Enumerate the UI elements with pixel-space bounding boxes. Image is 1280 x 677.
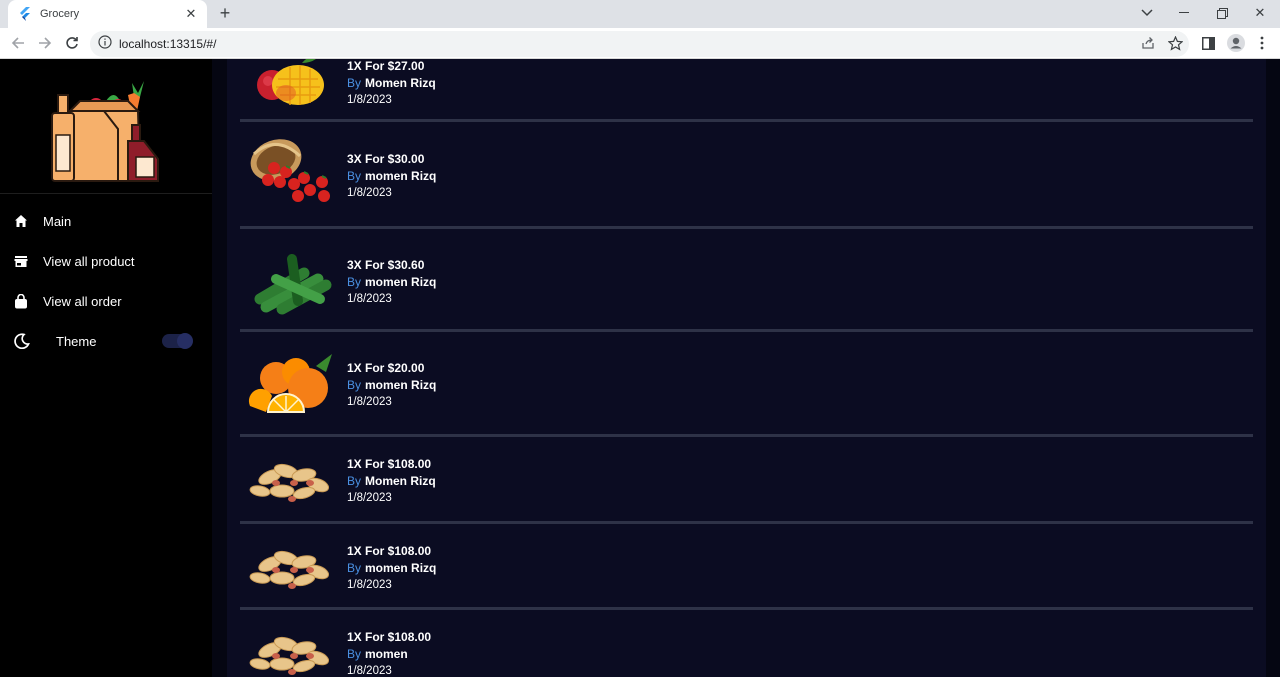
new-tab-icon[interactable]: + (215, 3, 235, 23)
product-author-line: By Momen Rizq (347, 473, 436, 490)
side-panel-icon[interactable] (1198, 33, 1218, 53)
author-name: momen Rizq (365, 378, 437, 392)
by-label: By (347, 76, 362, 90)
store-icon (13, 253, 29, 269)
product-info: 1X For $108.00 By Momen Rizq 1/8/2023 (347, 455, 436, 507)
product-author-line: By momen (347, 646, 431, 663)
product-author-line: By momen Rizq (347, 377, 436, 394)
sidebar-item-label: View all order (43, 293, 122, 309)
sidebar: Main View all product View all order The… (0, 59, 212, 677)
sidebar-item-view-all-product[interactable]: View all product (0, 243, 212, 279)
url-text: localhost:13315/#/ (119, 37, 217, 51)
tab-title: Grocery (40, 8, 80, 20)
list-item[interactable]: 1X For $27.00 By Momen Rizq 1/8/2023 (240, 59, 1253, 119)
list-item[interactable]: 3X For $30.00 By momen Rizq 1/8/2023 (240, 122, 1253, 226)
content-gutter (212, 59, 227, 677)
browser-toolbar: localhost:13315/#/ (0, 28, 1280, 59)
forward-icon[interactable] (35, 33, 55, 53)
home-icon (13, 213, 29, 229)
author-name: momen (365, 647, 408, 661)
product-quantity-price: 1X For $108.00 (347, 630, 432, 644)
bookmark-star-icon[interactable] (1165, 33, 1185, 53)
by-label: By (347, 561, 362, 575)
menu-dots-icon[interactable] (1252, 33, 1272, 53)
profile-avatar-icon[interactable] (1226, 33, 1246, 53)
list-item[interactable]: 1X For $108.00 By momen 1/8/2023 (240, 610, 1253, 677)
close-tab-icon[interactable]: ✕ (183, 6, 199, 22)
grocery-logo (48, 75, 164, 185)
list-item[interactable]: 3X For $30.60 By momen Rizq 1/8/2023 (240, 229, 1253, 330)
by-label: By (347, 647, 362, 661)
product-quantity-price: 3X For $30.00 (347, 152, 425, 166)
product-author-line: By momen Rizq (347, 274, 436, 291)
author-name: Momen Rizq (365, 474, 436, 488)
sidebar-item-theme: Theme (0, 323, 212, 359)
product-quantity-price: 1X For $108.00 (347, 544, 432, 558)
product-info: 1X For $27.00 By Momen Rizq 1/8/2023 (347, 59, 436, 109)
browser-tabbar: Grocery ✕ + ✕ (0, 0, 1280, 28)
sidebar-item-label: View all product (43, 253, 135, 269)
flutter-icon (18, 7, 32, 21)
sidebar-divider (0, 193, 212, 194)
product-info: 1X For $108.00 By momen 1/8/2023 (347, 628, 431, 677)
product-quantity-price: 1X For $108.00 (347, 457, 432, 471)
product-info: 1X For $108.00 By momen Rizq 1/8/2023 (347, 542, 436, 594)
product-date: 1/8/2023 (347, 293, 392, 305)
scroll-gutter (1266, 59, 1280, 677)
tab-search-icon[interactable] (1135, 4, 1159, 22)
list-item[interactable]: 1X For $108.00 By Momen Rizq 1/8/2023 (240, 437, 1253, 522)
product-author-line: By momen Rizq (347, 168, 436, 185)
back-icon[interactable] (8, 33, 28, 53)
author-name: Momen Rizq (365, 76, 436, 90)
product-date: 1/8/2023 (347, 579, 392, 591)
list-item[interactable]: 1X For $108.00 By momen Rizq 1/8/2023 (240, 524, 1253, 608)
product-author-line: By momen Rizq (347, 560, 436, 577)
theme-label: Theme (56, 333, 97, 349)
minimize-icon[interactable] (1172, 4, 1196, 22)
sidebar-item-label: Main (43, 213, 72, 229)
product-info: 1X For $20.00 By momen Rizq 1/8/2023 (347, 359, 436, 411)
restore-icon[interactable] (1210, 4, 1234, 22)
author-name: momen Rizq (365, 561, 437, 575)
reload-icon[interactable] (62, 33, 82, 53)
tomatoes-basket-image (246, 130, 336, 212)
product-info: 3X For $30.60 By momen Rizq 1/8/2023 (347, 256, 436, 308)
cucumbers-image (246, 239, 336, 321)
sidebar-item-main[interactable]: Main (0, 203, 212, 239)
by-label: By (347, 474, 362, 488)
by-label: By (347, 275, 362, 289)
moon-icon (14, 333, 30, 349)
product-quantity-price: 3X For $30.60 (347, 258, 425, 272)
sidebar-item-view-all-order[interactable]: View all order (0, 283, 212, 319)
product-date: 1/8/2023 (347, 492, 392, 504)
product-list[interactable]: 1X For $27.00 ByMomen Rizq 1/8/2023 3X (227, 59, 1266, 677)
shopping-bag-icon (13, 293, 29, 309)
author-name: momen Rizq (365, 169, 437, 183)
toggle-knob (177, 333, 193, 349)
product-date: 1/8/2023 (347, 396, 392, 408)
list-item[interactable]: 1X For $20.00 By momen Rizq 1/8/2023 (240, 332, 1253, 436)
close-window-icon[interactable]: ✕ (1248, 4, 1272, 22)
product-date: 1/8/2023 (347, 665, 392, 677)
author-name: momen Rizq (365, 275, 437, 289)
site-info-icon[interactable] (98, 34, 112, 54)
by-label: By (347, 169, 362, 183)
product-date: 1/8/2023 (347, 187, 392, 199)
product-author-line: By Momen Rizq (347, 75, 436, 92)
by-label: By (347, 378, 362, 392)
peanuts-image (246, 447, 336, 529)
browser-tab[interactable]: Grocery ✕ (8, 0, 207, 28)
peanuts-image (246, 534, 336, 616)
product-quantity-price: 1X For $27.00 (347, 59, 425, 73)
address-bar[interactable]: localhost:13315/#/ (90, 31, 1189, 57)
oranges-image (246, 342, 336, 424)
theme-toggle[interactable] (162, 333, 193, 349)
share-icon[interactable] (1138, 33, 1158, 53)
product-quantity-price: 1X For $20.00 (347, 361, 425, 375)
product-info: 3X For $30.00 By momen Rizq 1/8/2023 (347, 150, 436, 202)
product-date: 1/8/2023 (347, 94, 392, 106)
peanuts-image (246, 620, 336, 677)
